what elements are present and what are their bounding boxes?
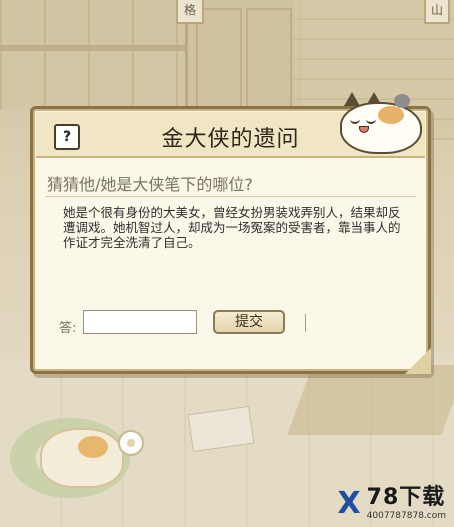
hint-text: 她是个很有身份的大美女，曾经女扮男装戏弄别人，结果却反遭调戏。她机智过人，却成为…: [63, 205, 401, 250]
bookshelf: [0, 0, 185, 110]
thought-bubble-icon[interactable]: [118, 430, 144, 456]
sleeping-cat-icon: [332, 90, 424, 154]
separator: [305, 314, 306, 332]
watermark-title: 78下载: [366, 485, 446, 510]
watermark-logo-icon: X: [337, 486, 361, 521]
page-corner-fold: [405, 348, 431, 374]
submit-button[interactable]: 提交: [213, 310, 285, 334]
cabinet-door: [246, 8, 292, 112]
background-cat[interactable]: [40, 428, 124, 488]
watermark: X 78下载 4007787878.com: [337, 485, 446, 522]
hanging-sign-right: 山: [424, 0, 450, 24]
watermark-url: 4007787878.com: [366, 511, 446, 521]
question-text: 猜猜他/她是大侠笔下的哪位?: [47, 175, 253, 194]
table: [287, 365, 454, 435]
answer-input[interactable]: [83, 310, 197, 334]
divider: [45, 196, 416, 197]
hanging-sign-left: 格: [176, 0, 204, 24]
answer-label: 答:: [59, 321, 77, 336]
